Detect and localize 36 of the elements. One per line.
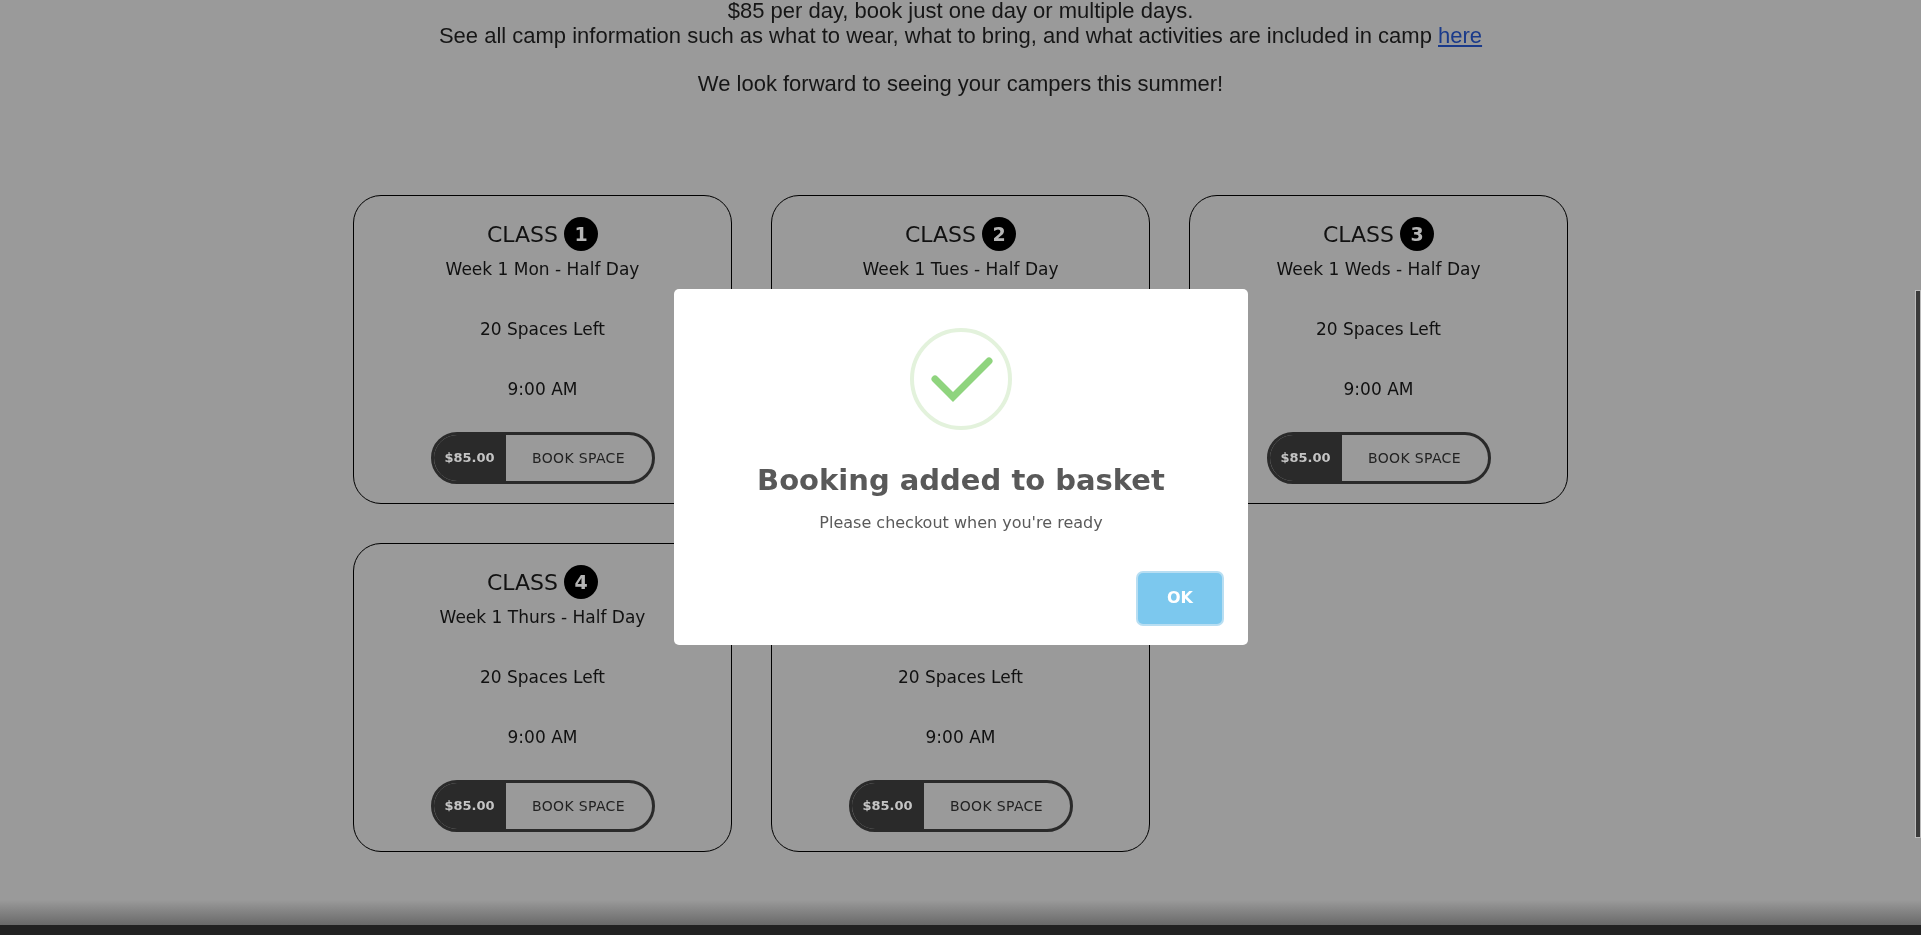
class-time: 9:00 AM [507, 378, 578, 402]
info-link[interactable]: here [1438, 23, 1483, 48]
class-label: CLASS [486, 220, 559, 249]
spaces-left: 20 Spaces Left [479, 318, 606, 342]
class-label: CLASS [904, 220, 977, 249]
dialog-title: Booking added to basket [757, 462, 1165, 499]
scrollbar-thumb[interactable] [1915, 290, 1921, 838]
book-space-button[interactable]: BOOK SPACE [1341, 435, 1488, 481]
check-circle-icon [909, 327, 1013, 431]
intro-text: $85 per day, book just one day or multiple days. [727, 0, 1194, 22]
class-label: CLASS [1322, 220, 1395, 249]
class-title: Week 1 Thurs - Half Day [439, 606, 646, 630]
class-time: 9:00 AM [1343, 378, 1414, 402]
spaces-left: 20 Spaces Left [1315, 318, 1442, 342]
intro-text: See all camp information such as what to wear, what to bring, and what activities are included in camp here [438, 23, 1483, 50]
dialog-message: Please checkout when you're ready [819, 511, 1103, 534]
class-number: 3 [1400, 217, 1435, 251]
price-label: $85.00 [433, 783, 506, 829]
class-number: 1 [564, 217, 599, 251]
intro-text: We look forward to seeing your campers this summer! [697, 70, 1224, 98]
book-space-button[interactable]: BOOK SPACE [923, 783, 1070, 829]
book-space-button[interactable]: BOOK SPACE [505, 435, 652, 481]
class-number: 4 [564, 565, 599, 599]
class-title: Week 1 Weds - Half Day [1276, 258, 1481, 282]
class-time: 9:00 AM [507, 726, 578, 750]
class-number: 2 [982, 217, 1017, 251]
spaces-left: 20 Spaces Left [479, 666, 606, 690]
price-label: $85.00 [433, 435, 506, 481]
class-label: CLASS [486, 568, 559, 597]
class-time: 9:00 AM [925, 726, 996, 750]
book-space-button[interactable]: BOOK SPACE [505, 783, 652, 829]
price-label: $85.00 [851, 783, 924, 829]
class-title: Week 1 Tues - Half Day [862, 258, 1059, 282]
class-title: Week 1 Mon - Half Day [445, 258, 640, 282]
spaces-left: 20 Spaces Left [897, 666, 1024, 690]
price-label: $85.00 [1269, 435, 1342, 481]
